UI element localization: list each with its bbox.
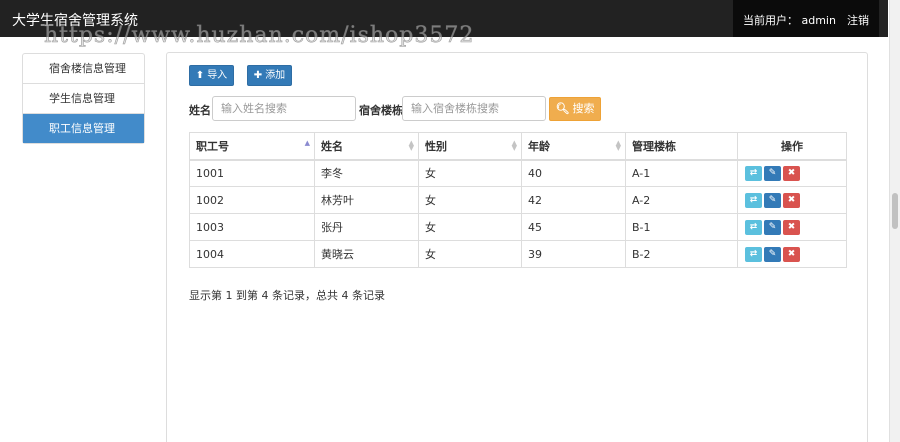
column-header-label: 职工号 — [196, 139, 229, 153]
close-icon[interactable]: ✖ — [783, 219, 800, 235]
cell-building: A-1 — [625, 159, 738, 187]
cell-actions: ⇄ ✎ ✖ — [737, 186, 847, 214]
logout-link[interactable]: 注销 — [847, 12, 869, 28]
column-header-age[interactable]: 年龄 ▲ ▼ — [521, 132, 626, 161]
add-button[interactable]: ✚ 添加 — [247, 65, 292, 86]
import-button-label: 导入 — [207, 70, 228, 81]
column-header-staff-id[interactable]: 职工号 ▲ — [189, 132, 315, 161]
staff-table: 职工号 ▲ 姓名 ▲ ▼ 性别 ▲ ▼ 年龄 ▲ ▼ 管理楼栋 操作 1001 李冬 女 40… — [189, 132, 847, 268]
column-header-label: 性别 — [425, 139, 447, 153]
cell-gender: 女 — [418, 240, 522, 268]
sort-both-icon: ▲ ▼ — [615, 139, 621, 152]
pencil-icon[interactable]: ✎ — [764, 165, 781, 181]
cell-gender: 女 — [418, 213, 522, 241]
cell-building: A-2 — [625, 186, 738, 214]
column-header-label: 姓名 — [321, 139, 343, 153]
search-icon: 🔍︎ — [555, 102, 570, 115]
refresh-icon[interactable]: ⇄ — [745, 219, 762, 235]
sort-both-icon: ▲ ▼ — [511, 139, 517, 152]
upload-icon: ⬆ — [195, 70, 205, 81]
search-button-label: 搜索 — [572, 102, 595, 115]
cell-actions: ⇄ ✎ ✖ — [737, 240, 847, 268]
sidebar-nav: 宿舍楼信息管理 学生信息管理 职工信息管理 — [22, 53, 145, 144]
cell-age: 42 — [521, 186, 626, 214]
cell-staff-id: 1004 — [189, 240, 315, 268]
close-icon[interactable]: ✖ — [783, 165, 800, 181]
cell-age: 45 — [521, 213, 626, 241]
pagination-summary: 显示第 1 到第 4 条记录，总共 4 条记录 — [189, 289, 385, 302]
table-row: 1001 李冬 女 40 A-1 ⇄ ✎ ✖ — [189, 159, 847, 187]
table-row: 1003 张丹 女 45 B-1 ⇄ ✎ ✖ — [189, 213, 847, 241]
cell-age: 39 — [521, 240, 626, 268]
cell-age: 40 — [521, 159, 626, 187]
refresh-icon[interactable]: ⇄ — [745, 192, 762, 208]
search-button[interactable]: 🔍︎ 搜索 — [549, 97, 601, 121]
user-area: 当前用户： admin 注销 — [733, 0, 879, 37]
table-row: 1004 黄晓云 女 39 B-2 ⇄ ✎ ✖ — [189, 240, 847, 268]
pencil-icon[interactable]: ✎ — [764, 246, 781, 262]
name-search-input[interactable] — [212, 96, 356, 121]
page-scrollbar[interactable] — [889, 0, 900, 442]
top-navbar: 大学生宿舍管理系统 当前用户： admin 注销 — [0, 0, 888, 37]
building-search-label: 宿舍楼栋 — [359, 104, 403, 117]
sidebar-item-student-info[interactable]: 学生信息管理 — [23, 84, 144, 114]
cell-building: B-2 — [625, 240, 738, 268]
refresh-icon[interactable]: ⇄ — [745, 246, 762, 262]
table-row: 1002 林芳叶 女 42 A-2 ⇄ ✎ ✖ — [189, 186, 847, 214]
cell-staff-id: 1001 — [189, 159, 315, 187]
cell-gender: 女 — [418, 186, 522, 214]
column-header-actions: 操作 — [737, 132, 847, 161]
cell-staff-id: 1003 — [189, 213, 315, 241]
column-header-building: 管理楼栋 — [625, 132, 738, 161]
close-icon[interactable]: ✖ — [783, 246, 800, 262]
column-header-label: 操作 — [781, 139, 803, 153]
column-header-gender[interactable]: 性别 ▲ ▼ — [418, 132, 522, 161]
cell-gender: 女 — [418, 159, 522, 187]
cell-name: 张丹 — [314, 213, 419, 241]
scrollbar-thumb[interactable] — [892, 193, 898, 229]
sort-asc-icon: ▲ — [304, 139, 310, 147]
import-button[interactable]: ⬆ 导入 — [189, 65, 234, 86]
pencil-icon[interactable]: ✎ — [764, 219, 781, 235]
column-header-label: 年龄 — [528, 139, 550, 153]
cell-name: 林芳叶 — [314, 186, 419, 214]
close-icon[interactable]: ✖ — [783, 192, 800, 208]
sidebar-item-staff-info[interactable]: 职工信息管理 — [23, 114, 144, 143]
cell-building: B-1 — [625, 213, 738, 241]
app-title: 大学生宿舍管理系统 — [12, 13, 138, 29]
building-search-input[interactable] — [402, 96, 546, 121]
table-header-row: 职工号 ▲ 姓名 ▲ ▼ 性别 ▲ ▼ 年龄 ▲ ▼ 管理楼栋 操作 — [189, 132, 847, 161]
cell-name: 黄晓云 — [314, 240, 419, 268]
cell-actions: ⇄ ✎ ✖ — [737, 159, 847, 187]
cell-actions: ⇄ ✎ ✖ — [737, 213, 847, 241]
cell-staff-id: 1002 — [189, 186, 315, 214]
add-button-label: 添加 — [265, 70, 286, 81]
current-user-label: 当前用户： admin — [743, 14, 836, 27]
name-search-label: 姓名 — [189, 104, 211, 117]
cell-name: 李冬 — [314, 159, 419, 187]
column-header-label: 管理楼栋 — [632, 139, 676, 153]
column-header-name[interactable]: 姓名 ▲ ▼ — [314, 132, 419, 161]
sidebar-item-building-info[interactable]: 宿舍楼信息管理 — [23, 54, 144, 84]
pencil-icon[interactable]: ✎ — [764, 192, 781, 208]
sort-both-icon: ▲ ▼ — [408, 139, 414, 152]
plus-icon: ✚ — [253, 70, 263, 81]
refresh-icon[interactable]: ⇄ — [745, 165, 762, 181]
